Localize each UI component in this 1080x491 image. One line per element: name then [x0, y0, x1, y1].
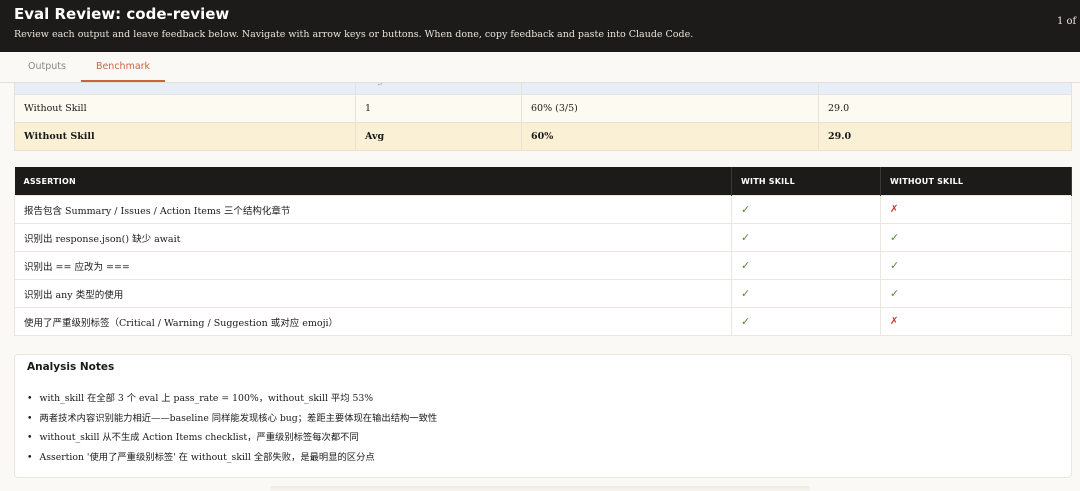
analysis-notes-panel: Analysis Notes with_skill 在全部 3 个 eval 上…	[14, 354, 1072, 478]
list-item: with_skill 在全部 3 个 eval 上 pass_rate = 10…	[27, 392, 437, 412]
check-icon: ✓	[880, 251, 1072, 280]
with-skill-header: WITH SKILL	[731, 167, 881, 196]
table-row: 识别出 any 类型的使用 ✓ ✓	[14, 279, 1072, 308]
check-icon: ✓	[731, 195, 881, 224]
cross-icon: ✗	[880, 307, 1072, 336]
assertion-text: 使用了严重级别标签（Critical / Warning / Suggestio…	[14, 307, 732, 336]
notes-title: Analysis Notes	[27, 361, 115, 373]
assertion-text: 识别出 response.json() 缺少 await	[14, 223, 732, 252]
assertion-header: ASSERTION	[14, 167, 732, 196]
table-row: 识别出 response.json() 缺少 await ✓ ✓	[14, 223, 1072, 252]
config-cell: Without Skill	[14, 94, 356, 123]
check-icon: ✓	[880, 279, 1072, 308]
assertion-table: ASSERTION WITH SKILL WITHOUT SKILL 报告包含 …	[14, 167, 1072, 336]
check-icon: ✓	[880, 223, 1072, 252]
table-row: 识别出 == 应改为 === ✓ ✓	[14, 251, 1072, 280]
config-cell: Without Skill	[14, 122, 356, 151]
page-title: Eval Review: code-review	[14, 5, 230, 23]
assertion-text: 识别出 any 类型的使用	[14, 279, 732, 308]
table-header-row: ASSERTION WITH SKILL WITHOUT SKILL	[14, 167, 1072, 196]
run-cell: Avg	[355, 122, 522, 151]
tab-outputs[interactable]: Outputs	[16, 52, 78, 81]
page-subtitle: Review each output and leave feedback be…	[14, 29, 694, 40]
check-icon: ✓	[731, 223, 881, 252]
value-cell: 29.0	[818, 122, 1072, 151]
table-row: Without Skill 1 60% (3/5) 29.0	[14, 94, 1072, 123]
page-counter: 1 of 6	[1057, 16, 1080, 27]
app-header: Eval Review: code-review Review each out…	[0, 0, 1080, 52]
table-row: 报告包含 Summary / Issues / Action Items 三个结…	[14, 195, 1072, 224]
pass-rate-cell: 60%	[521, 122, 819, 151]
check-icon: ✓	[731, 251, 881, 280]
run-cell: 1	[355, 94, 522, 123]
tab-benchmark[interactable]: Benchmark	[81, 52, 165, 82]
bottom-bar-edge	[270, 486, 810, 491]
table-row-average: Without Skill Avg 60% 29.0	[14, 122, 1072, 151]
check-icon: ✓	[731, 279, 881, 308]
value-cell: 29.0	[818, 94, 1072, 123]
without-skill-header: WITHOUT SKILL	[880, 167, 1072, 196]
list-item: Assertion '使用了严重级别标签' 在 without_skill 全部…	[27, 451, 437, 471]
list-item: without_skill 从不生成 Action Items checklis…	[27, 431, 437, 451]
notes-list: with_skill 在全部 3 个 eval 上 pass_rate = 10…	[27, 392, 437, 470]
pass-rate-cell: 60% (3/5)	[521, 94, 819, 123]
table-row: 使用了严重级别标签（Critical / Warning / Suggestio…	[14, 307, 1072, 336]
assertion-text: 识别出 == 应改为 ===	[14, 251, 732, 280]
list-item: 两者技术内容识别能力相近——baseline 同样能发现核心 bug；差距主要体…	[27, 412, 437, 432]
tab-bar: Outputs Benchmark	[0, 52, 1080, 83]
assertion-text: 报告包含 Summary / Issues / Action Items 三个结…	[14, 195, 732, 224]
check-icon: ✓	[731, 307, 881, 336]
cross-icon: ✗	[880, 195, 1072, 224]
